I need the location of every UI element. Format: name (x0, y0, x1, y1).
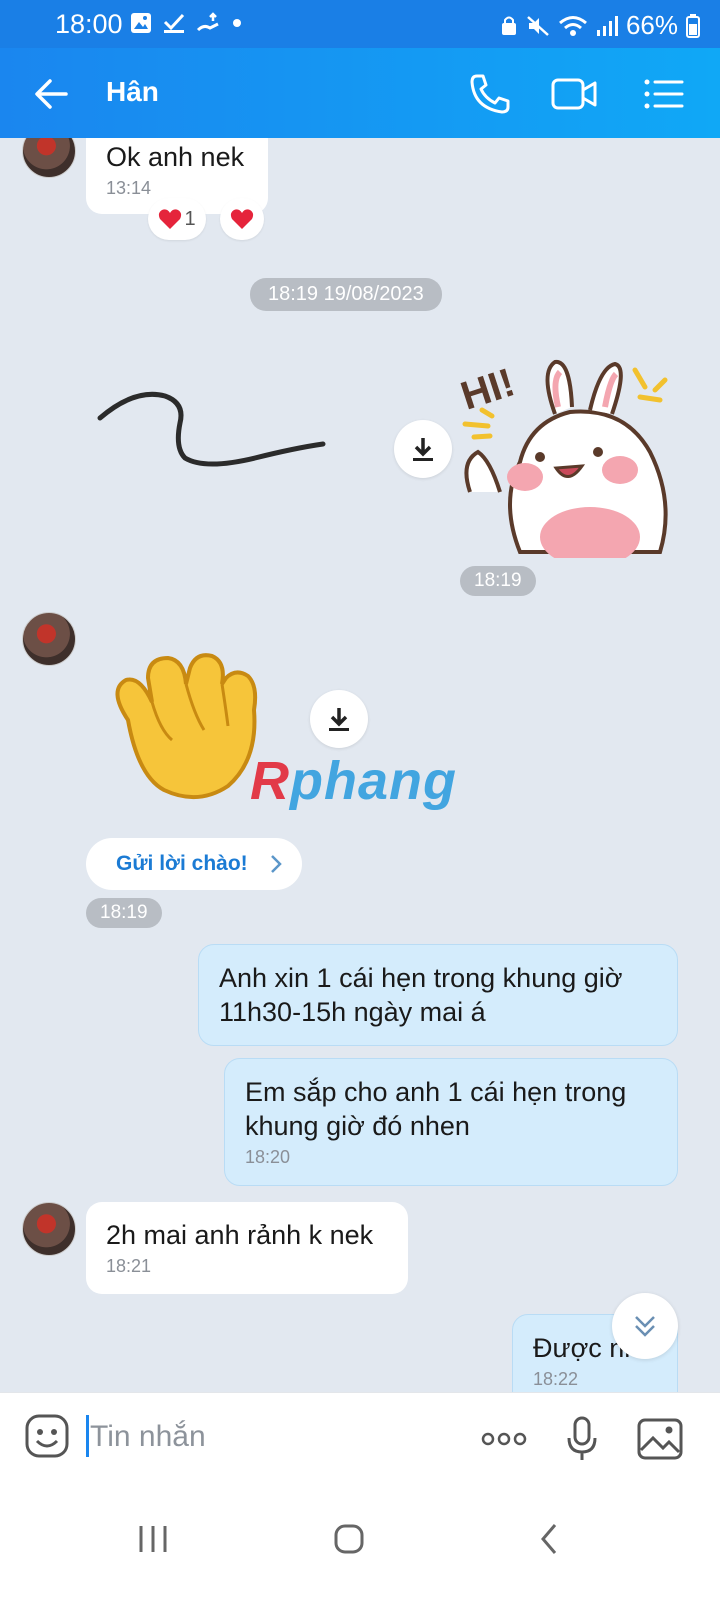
scroll-to-bottom-button[interactable] (612, 1293, 678, 1359)
voice-call-button[interactable] (466, 70, 514, 118)
home-button[interactable] (324, 1514, 374, 1564)
sticker-emoji-icon (25, 1414, 69, 1458)
chat-options-button[interactable] (640, 70, 688, 118)
sticker-text: HI! (460, 360, 520, 418)
signal-icon (596, 15, 618, 36)
chevron-right-icon (270, 855, 282, 873)
contact-name[interactable]: Hân (106, 76, 159, 108)
heart-icon (230, 209, 254, 229)
date-divider: 18:19 19/08/2023 (250, 278, 442, 311)
battery-icon (686, 13, 700, 38)
message-text: 2h mai anh rảnh k nek (106, 1220, 374, 1250)
lock-alert-icon (501, 16, 516, 35)
avatar[interactable] (22, 612, 76, 666)
back-nav-button[interactable] (524, 1514, 574, 1564)
video-call-button[interactable] (550, 70, 598, 118)
microphone-icon (567, 1416, 597, 1460)
message-input[interactable] (90, 1417, 460, 1457)
message-time: 18:21 (106, 1256, 152, 1276)
chat-area[interactable]: Ok anh nek 13:14 1 18:19 19/08/2023 HI! … (0, 138, 720, 1420)
message-bubble[interactable]: 2h mai anh rảnh k nek 18:21 (86, 1202, 408, 1294)
emoji-button[interactable] (24, 1413, 70, 1459)
doodle-drawing[interactable] (95, 378, 330, 478)
arrow-left-icon (35, 79, 68, 109)
hand-upload-icon (196, 12, 219, 32)
download-icon (329, 708, 349, 731)
message-time: 13:14 (106, 178, 152, 198)
back-button[interactable] (30, 72, 74, 116)
message-bubble[interactable]: Em sắp cho anh 1 cái hẹn trong khung giờ… (224, 1058, 678, 1186)
image-icon (637, 1418, 683, 1460)
avatar[interactable] (22, 1202, 76, 1256)
download-button[interactable] (310, 690, 368, 748)
double-chevron-down-icon (635, 1316, 655, 1337)
status-time: 18:00 (55, 9, 123, 39)
text-cursor (86, 1415, 89, 1457)
home-icon (334, 1524, 364, 1554)
more-options-button[interactable] (480, 1415, 528, 1463)
download-icon (413, 438, 433, 461)
battery-percent: 66% (625, 10, 678, 40)
message-text: Ok anh nek (106, 142, 245, 172)
message-time: 18:20 (245, 1147, 291, 1167)
video-camera-icon (551, 78, 597, 110)
message-time: 18:19 (460, 566, 536, 596)
reaction-count: 1 (184, 207, 196, 230)
gallery-notification-icon (131, 13, 151, 33)
task-done-icon (163, 13, 185, 33)
download-button[interactable] (394, 420, 452, 478)
chat-header: Hân (0, 48, 720, 138)
message-bubble[interactable]: Anh xin 1 cái hẹn trong khung giờ 11h30-… (198, 944, 678, 1046)
avatar[interactable] (22, 138, 76, 178)
recent-apps-button[interactable] (128, 1514, 178, 1564)
wifi-icon (558, 15, 587, 36)
watermark: Rphang (250, 751, 457, 811)
message-text: Anh xin 1 cái hẹn trong khung giờ 11h30-… (219, 963, 623, 1027)
status-bar: 18:00 66% (0, 0, 720, 48)
waving-hand-sticker[interactable] (108, 650, 272, 802)
list-menu-icon (644, 79, 684, 109)
hi-bunny-sticker[interactable]: HI! (460, 352, 680, 558)
message-time: 18:19 (86, 898, 162, 928)
message-input-bar (0, 1392, 720, 1480)
recent-apps-icon (139, 1526, 167, 1552)
heart-icon (159, 209, 182, 229)
back-chevron-icon (541, 1524, 557, 1554)
gallery-button[interactable] (636, 1415, 684, 1463)
send-greeting-button[interactable]: Gửi lời chào! (86, 838, 302, 890)
dot-icon (233, 19, 241, 27)
more-dots-icon (481, 1432, 527, 1446)
system-navigation-bar (0, 1480, 720, 1600)
message-text: Em sắp cho anh 1 cái hẹn trong khung giờ… (245, 1077, 627, 1141)
mute-icon (527, 15, 549, 36)
react-button[interactable] (220, 198, 264, 240)
voice-message-button[interactable] (558, 1415, 606, 1463)
reaction-summary[interactable]: 1 (148, 198, 206, 240)
greeting-label: Gửi lời chào! (116, 852, 248, 875)
phone-icon (470, 74, 510, 114)
message-time: 18:22 (533, 1369, 579, 1389)
